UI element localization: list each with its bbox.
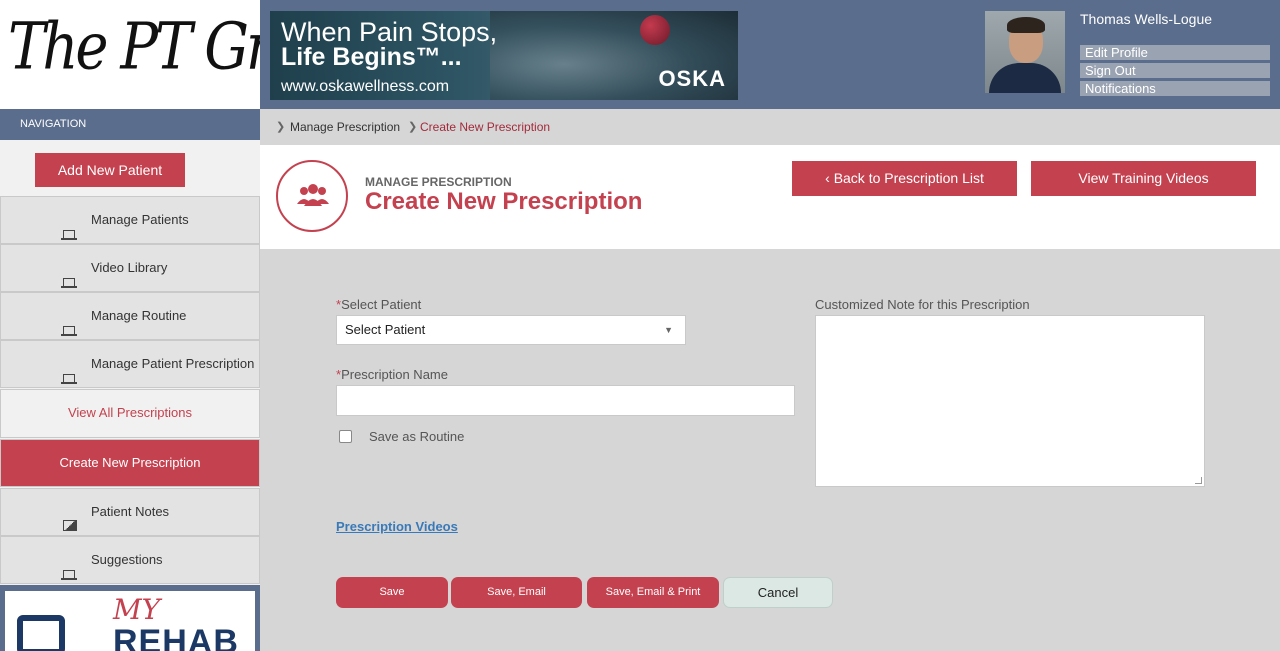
chevron-left-icon: ‹ — [825, 170, 830, 186]
prescription-form: *Select Patient Select Patient ▼ *Prescr… — [260, 249, 1280, 651]
sidebar-item-patient-notes[interactable]: Patient Notes — [0, 488, 260, 536]
logo-text: The PT Group — [8, 10, 260, 85]
sidebar-item-label: View All Prescriptions — [67, 405, 193, 420]
cancel-button[interactable]: Cancel — [723, 577, 833, 608]
back-button-label: Back to Prescription List — [833, 170, 984, 186]
select-patient-dropdown[interactable]: Select Patient ▼ — [336, 315, 686, 345]
prescription-name-input[interactable] — [336, 385, 795, 416]
save-email-button[interactable]: Save, Email — [451, 577, 582, 608]
customized-note-label: Customized Note for this Prescription — [815, 297, 1030, 312]
banner-brand-logo: OSKA — [658, 66, 726, 91]
save-email-print-button[interactable]: Save, Email & Print — [587, 577, 719, 608]
sidebar-item-label: Video Library — [91, 260, 168, 275]
prescription-videos-link[interactable]: Prescription Videos — [336, 519, 458, 534]
chevron-down-icon: ▼ — [664, 325, 673, 335]
select-patient-value: Select Patient — [345, 322, 426, 337]
sidebar-item-label: Create New Prescription — [59, 455, 201, 470]
sidebar-item-suggestions[interactable]: Suggestions — [0, 536, 260, 584]
edit-profile-link[interactable]: Edit Profile — [1080, 45, 1270, 60]
select-patient-label-text: Select Patient — [341, 297, 422, 312]
sidebar-item-view-all-prescriptions[interactable]: View All Prescriptions — [0, 389, 260, 438]
sidebar-item-label: Manage Patients — [91, 212, 189, 227]
sidebar-item-label: Manage Routine — [91, 308, 187, 323]
notifications-link[interactable]: Notifications — [1080, 81, 1270, 96]
page-subtitle: MANAGE PRESCRIPTION — [365, 175, 512, 189]
sign-out-link[interactable]: Sign Out — [1080, 63, 1270, 78]
username: Thomas Wells-Logue — [1080, 11, 1213, 27]
banner-ball — [640, 15, 670, 45]
banner-line2: Life Begins™... — [281, 43, 462, 71]
breadcrumb-current: Create New Prescription — [420, 120, 551, 134]
chevron-right-icon: ❯ — [276, 121, 286, 133]
sidebar-item-manage-patients[interactable]: Manage Patients — [0, 196, 260, 244]
avatar — [985, 11, 1065, 93]
customized-note-textarea[interactable] — [815, 315, 1205, 487]
header: The PT Group When Pain Stops, Life Begin… — [0, 0, 1280, 109]
my-rehab-promo[interactable]: MY REHAB — [0, 585, 260, 651]
logo[interactable]: The PT Group — [0, 0, 260, 109]
view-training-videos-button[interactable]: View Training Videos — [1031, 161, 1256, 196]
page-title: Create New Prescription — [365, 188, 643, 215]
breadcrumb-item[interactable]: Manage Prescription — [290, 109, 400, 145]
prescription-name-label: *Prescription Name — [336, 367, 448, 382]
add-new-patient-button[interactable]: Add New Patient — [35, 153, 185, 187]
navigation-heading: NAVIGATION — [0, 109, 260, 140]
banner-url: www.oskawellness.com — [281, 78, 450, 95]
sidebar: Add New Patient Manage Patients Video Li… — [0, 140, 260, 651]
sidebar-item-label: Suggestions — [91, 552, 163, 567]
sidebar-item-manage-patient-prescription[interactable]: Manage Patient Prescription — [0, 340, 260, 388]
save-as-routine-label: Save as Routine — [369, 429, 465, 444]
breadcrumb: ❯ Manage Prescription ❯ Create New Presc… — [260, 109, 1280, 145]
sidebar-item-label: Manage Patient Prescription — [91, 356, 255, 371]
prescription-name-label-text: Prescription Name — [341, 367, 448, 382]
calendar-icon — [17, 615, 65, 651]
sidebar-item-label: Patient Notes — [91, 504, 170, 519]
promo-line1: MY — [113, 593, 161, 626]
save-button[interactable]: Save — [336, 577, 448, 608]
ad-banner[interactable]: When Pain Stops, Life Begins™... www.osk… — [270, 11, 738, 100]
save-as-routine-checkbox[interactable] — [339, 430, 352, 443]
back-to-prescription-list-button[interactable]: ‹ Back to Prescription List — [792, 161, 1017, 196]
page-header: MANAGE PRESCRIPTION Create New Prescript… — [260, 145, 1280, 249]
chevron-right-icon: ❯ — [408, 121, 418, 133]
sidebar-item-create-new-prescription[interactable]: Create New Prescription — [0, 439, 260, 487]
people-icon — [276, 160, 348, 232]
resize-handle-icon[interactable] — [1195, 477, 1202, 484]
sidebar-item-manage-routine[interactable]: Manage Routine — [0, 292, 260, 340]
sidebar-item-video-library[interactable]: Video Library — [0, 244, 260, 292]
select-patient-label: *Select Patient — [336, 297, 421, 312]
promo-line2: REHAB — [113, 623, 239, 651]
